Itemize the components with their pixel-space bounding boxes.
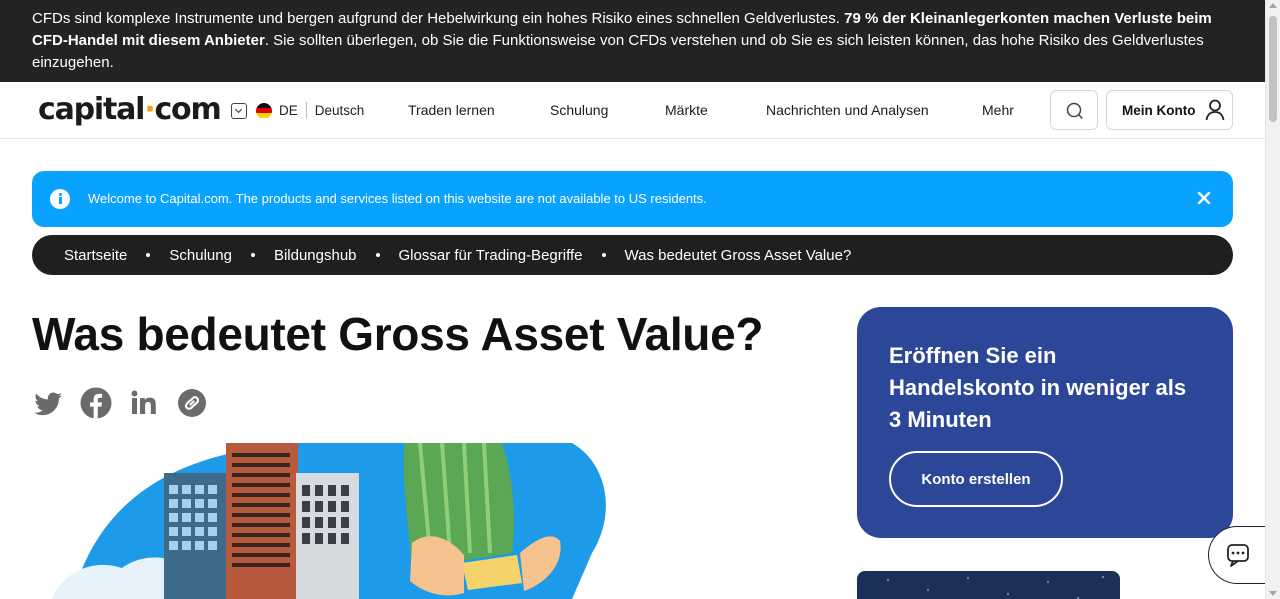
breadcrumb-separator [250,253,255,257]
site-header: capital·com DE Deutsch Traden lernen Sch… [0,82,1265,139]
capital-logo[interactable]: capital·com [38,92,222,127]
language-selector[interactable]: DE Deutsch [231,102,364,119]
info-icon [50,189,70,209]
cta-heading: Eröffnen Sie ein Handelskonto in weniger… [889,343,1187,432]
search-button[interactable] [1050,90,1098,130]
chevron-down-icon [231,102,247,119]
nav-mehr[interactable]: Mehr [982,102,1014,118]
alert-message: Welcome to Capital.com. The products and… [88,191,707,206]
account-label: Mein Konto [1122,102,1196,118]
article-hero-image [32,443,632,599]
create-account-button[interactable]: Konto erstellen [889,451,1063,507]
link-icon[interactable] [176,387,208,419]
open-account-card: Eröffnen Sie ein Handelskonto in weniger… [857,307,1233,538]
scroll-thumb[interactable] [1269,16,1277,122]
linkedin-icon[interactable] [128,387,160,419]
breadcrumb-separator [375,253,380,257]
germany-flag-icon [256,102,272,119]
nav-maerkte[interactable]: Märkte [665,102,708,118]
close-icon[interactable] [1197,191,1211,205]
language-name: Deutsch [314,103,365,118]
breadcrumb-item-startseite[interactable]: Startseite [64,247,127,264]
twitter-icon[interactable] [32,387,64,419]
nav-schulung[interactable]: Schulung [550,102,608,118]
page-scrollbar[interactable] [1265,0,1280,599]
scroll-down-arrow-icon[interactable] [1269,591,1277,596]
language-divider [305,102,307,119]
risk-warning-banner: CFDs sind komplexe Instrumente und berge… [0,0,1265,82]
chat-icon [1227,544,1249,567]
breadcrumb-item-current: Was bedeutet Gross Asset Value? [624,246,852,264]
facebook-icon[interactable] [80,387,112,419]
scroll-up-arrow-icon[interactable] [1269,3,1277,8]
language-code: DE [279,103,298,118]
breadcrumb-separator [601,253,606,257]
nav-nachrichten[interactable]: Nachrichten und Analysen [766,102,929,118]
nav-traden-lernen[interactable]: Traden lernen [408,102,495,118]
user-icon [1205,99,1224,121]
breadcrumb-item-bildungshub[interactable]: Bildungshub [274,247,357,264]
chat-widget-button[interactable] [1208,526,1268,584]
account-button[interactable]: Mein Konto [1106,90,1233,130]
breadcrumb-item-schulung[interactable]: Schulung [169,247,232,264]
page-title: Was bedeutet Gross Asset Value? [32,308,764,360]
promo-card[interactable] [857,571,1120,599]
us-residents-alert: Welcome to Capital.com. The products and… [32,171,1233,227]
breadcrumb: Startseite Schulung Bildungshub Glossar … [32,235,1233,275]
breadcrumb-separator [146,253,151,257]
search-icon [1066,102,1083,119]
risk-text: CFDs sind komplexe Instrumente und berge… [32,10,845,27]
breadcrumb-item-glossar[interactable]: Glossar für Trading-Begriffe [399,247,583,264]
